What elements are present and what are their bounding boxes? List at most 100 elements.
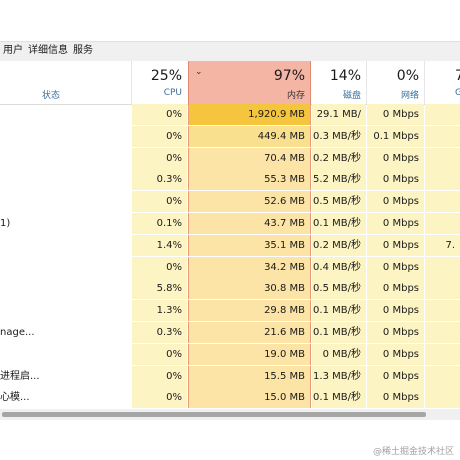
table-row[interactable]: 0% 70.4 MB 0.2 MB/秒 0 Mbps — [0, 147, 460, 169]
table-row[interactable]: 0%1,920.9 MB29.1 MB/秒0 Mbps — [0, 104, 460, 141]
gpu-cell — [425, 191, 460, 213]
table-row[interactable]: 1) 0.1% 43.7 MB 0.1 MB/秒 0 Mbps — [0, 213, 460, 234]
table-row[interactable]: 心模... 0% 15.0 MB 0.1 MB/秒 0 Mbps — [0, 387, 460, 409]
gpu-label: G — [455, 88, 460, 98]
cpu-label: CPU — [163, 88, 182, 98]
network-cell: 0 Mbps — [367, 169, 424, 191]
memory-cell: 52.6 MB — [188, 191, 311, 213]
cpu-cell: 0% — [132, 343, 187, 365]
network-cell: 0 Mbps — [367, 278, 424, 300]
disk-cell: 0.1 MB/秒 — [312, 213, 366, 234]
column-header-row: 状态 25% CPU ⌄ 97% 内存 14% 磁盘 0% 网络 7 G — [0, 61, 460, 105]
disk-label: 磁盘 — [342, 91, 361, 101]
disk-column-header[interactable]: 14% 磁盘 — [312, 61, 366, 104]
disk-cell: 0.2 MB/秒 — [312, 147, 366, 169]
memory-cell: 43.7 MB — [188, 213, 311, 234]
gpu-column-header[interactable]: 7 G — [425, 61, 460, 104]
process-name: 进程启... — [0, 370, 40, 382]
gpu-cell — [425, 125, 460, 147]
gpu-percent: 7 — [455, 68, 460, 84]
network-cell: 0.1 Mbps — [367, 125, 424, 147]
memory-cell: 15.0 MB — [188, 387, 311, 409]
cpu-percent: 25% — [150, 68, 182, 84]
cpu-cell: 0.1% — [132, 213, 187, 234]
status-column-header[interactable]: 状态 — [42, 88, 60, 101]
network-cell: 0 Mbps — [367, 147, 424, 169]
cpu-cell: 0% — [132, 365, 187, 387]
memory-cell: 34.2 MB — [188, 256, 311, 278]
memory-cell: 29.8 MB — [188, 300, 311, 322]
gpu-cell — [425, 365, 460, 387]
memory-percent: 97% — [273, 68, 305, 84]
disk-cell: 29.1 MB/秒 — [312, 104, 366, 141]
table-row[interactable]: 0% 34.2 MB 0.4 MB/秒 0 Mbps — [0, 256, 460, 278]
cpu-cell: 0.3% — [132, 322, 187, 343]
network-cell: 0 Mbps — [367, 300, 424, 322]
gpu-cell — [425, 387, 460, 409]
memory-cell: 30.8 MB — [188, 278, 311, 300]
watermark: @稀土掘金技术社区 — [372, 447, 454, 457]
tab-bar: 用户 详细信息 服务 — [0, 41, 460, 62]
disk-cell: 0.4 MB/秒 — [312, 256, 366, 278]
disk-cell: 0.1 MB/秒 — [312, 300, 366, 322]
disk-percent: 14% — [329, 68, 361, 84]
network-cell: 0 Mbps — [367, 191, 424, 213]
cpu-column-header[interactable]: 25% CPU — [132, 61, 187, 104]
memory-cell: 19.0 MB — [188, 343, 311, 365]
cpu-cell: 0.3% — [132, 169, 187, 191]
network-cell: 0 Mbps — [367, 234, 424, 256]
network-cell: 0 Mbps — [367, 343, 424, 365]
table-row[interactable]: 0.3% 55.3 MB 5.2 MB/秒 0 Mbps — [0, 169, 460, 191]
gpu-cell — [425, 169, 460, 191]
gpu-cell — [425, 343, 460, 365]
disk-cell: 1.3 MB/秒 — [312, 365, 366, 387]
cpu-cell: 0% — [132, 191, 187, 213]
disk-cell: 0.2 MB/秒 — [312, 234, 366, 256]
cpu-cell: 0% — [132, 104, 187, 125]
process-name: nage... — [0, 327, 35, 338]
memory-cell: 55.3 MB — [188, 169, 311, 191]
gpu-cell — [425, 147, 460, 169]
memory-cell: 449.4 MB — [188, 125, 311, 147]
network-column-header[interactable]: 0% 网络 — [367, 61, 424, 104]
gpu-cell — [425, 322, 460, 343]
cpu-cell: 0% — [132, 147, 187, 169]
gpu-cell — [425, 278, 460, 300]
process-table: 0%1,920.9 MB29.1 MB/秒0 Mbps0%449.4 MB0.3… — [0, 104, 460, 409]
network-cell: 0 Mbps — [367, 104, 424, 125]
table-row[interactable]: 进程启... 0% 15.5 MB 1.3 MB/秒 0 Mbps — [0, 365, 460, 387]
network-cell: 0 Mbps — [367, 365, 424, 387]
cpu-cell: 0% — [132, 387, 187, 409]
network-label: 网络 — [400, 91, 419, 101]
cpu-cell: 5.8% — [132, 278, 187, 300]
disk-cell: 0.1 MB/秒 — [312, 387, 366, 409]
window-title-area — [0, 0, 460, 40]
process-name: 1) — [0, 218, 11, 229]
memory-cell: 21.6 MB — [188, 322, 311, 343]
gpu-cell — [425, 256, 460, 278]
memory-column-header[interactable]: ⌄ 97% 内存 — [188, 61, 311, 104]
tab-services[interactable]: 服务 — [73, 44, 93, 58]
table-row[interactable]: 0% 449.4 MB 0.3 MB/秒 0.1 Mbps — [0, 125, 460, 147]
gpu-cell — [425, 104, 460, 125]
network-cell: 0 Mbps — [367, 213, 424, 234]
memory-cell: 15.5 MB — [188, 365, 311, 387]
table-row[interactable]: 0% 19.0 MB 0 MB/秒 0 Mbps — [0, 343, 460, 365]
cpu-cell: 1.4% — [132, 234, 187, 256]
table-row[interactable]: 0% 52.6 MB 0.5 MB/秒 0 Mbps — [0, 191, 460, 213]
table-row[interactable]: 5.8% 30.8 MB 0.5 MB/秒 0 Mbps — [0, 278, 460, 300]
tab-details[interactable]: 详细信息 — [28, 44, 68, 58]
table-row[interactable]: 1.3% 29.8 MB 0.1 MB/秒 0 Mbps — [0, 300, 460, 322]
tab-users[interactable]: 用户 — [3, 44, 23, 58]
table-row[interactable]: nage... 0.3% 21.6 MB 0.1 MB/秒 0 Mbps — [0, 322, 460, 343]
disk-cell: 0 MB/秒 — [312, 343, 366, 365]
gpu-cell — [425, 213, 460, 234]
process-name: 心模... — [0, 392, 30, 404]
disk-cell: 0.5 MB/秒 — [312, 278, 366, 300]
table-row[interactable]: 1.4% 35.1 MB 0.2 MB/秒 0 Mbps 7. — [0, 234, 460, 256]
scrollbar-thumb[interactable] — [2, 412, 426, 417]
cpu-cell: 0% — [132, 256, 187, 278]
network-cell: 0 Mbps — [367, 387, 424, 409]
horizontal-scrollbar[interactable] — [0, 409, 460, 420]
sort-chevron-icon: ⌄ — [195, 67, 203, 77]
